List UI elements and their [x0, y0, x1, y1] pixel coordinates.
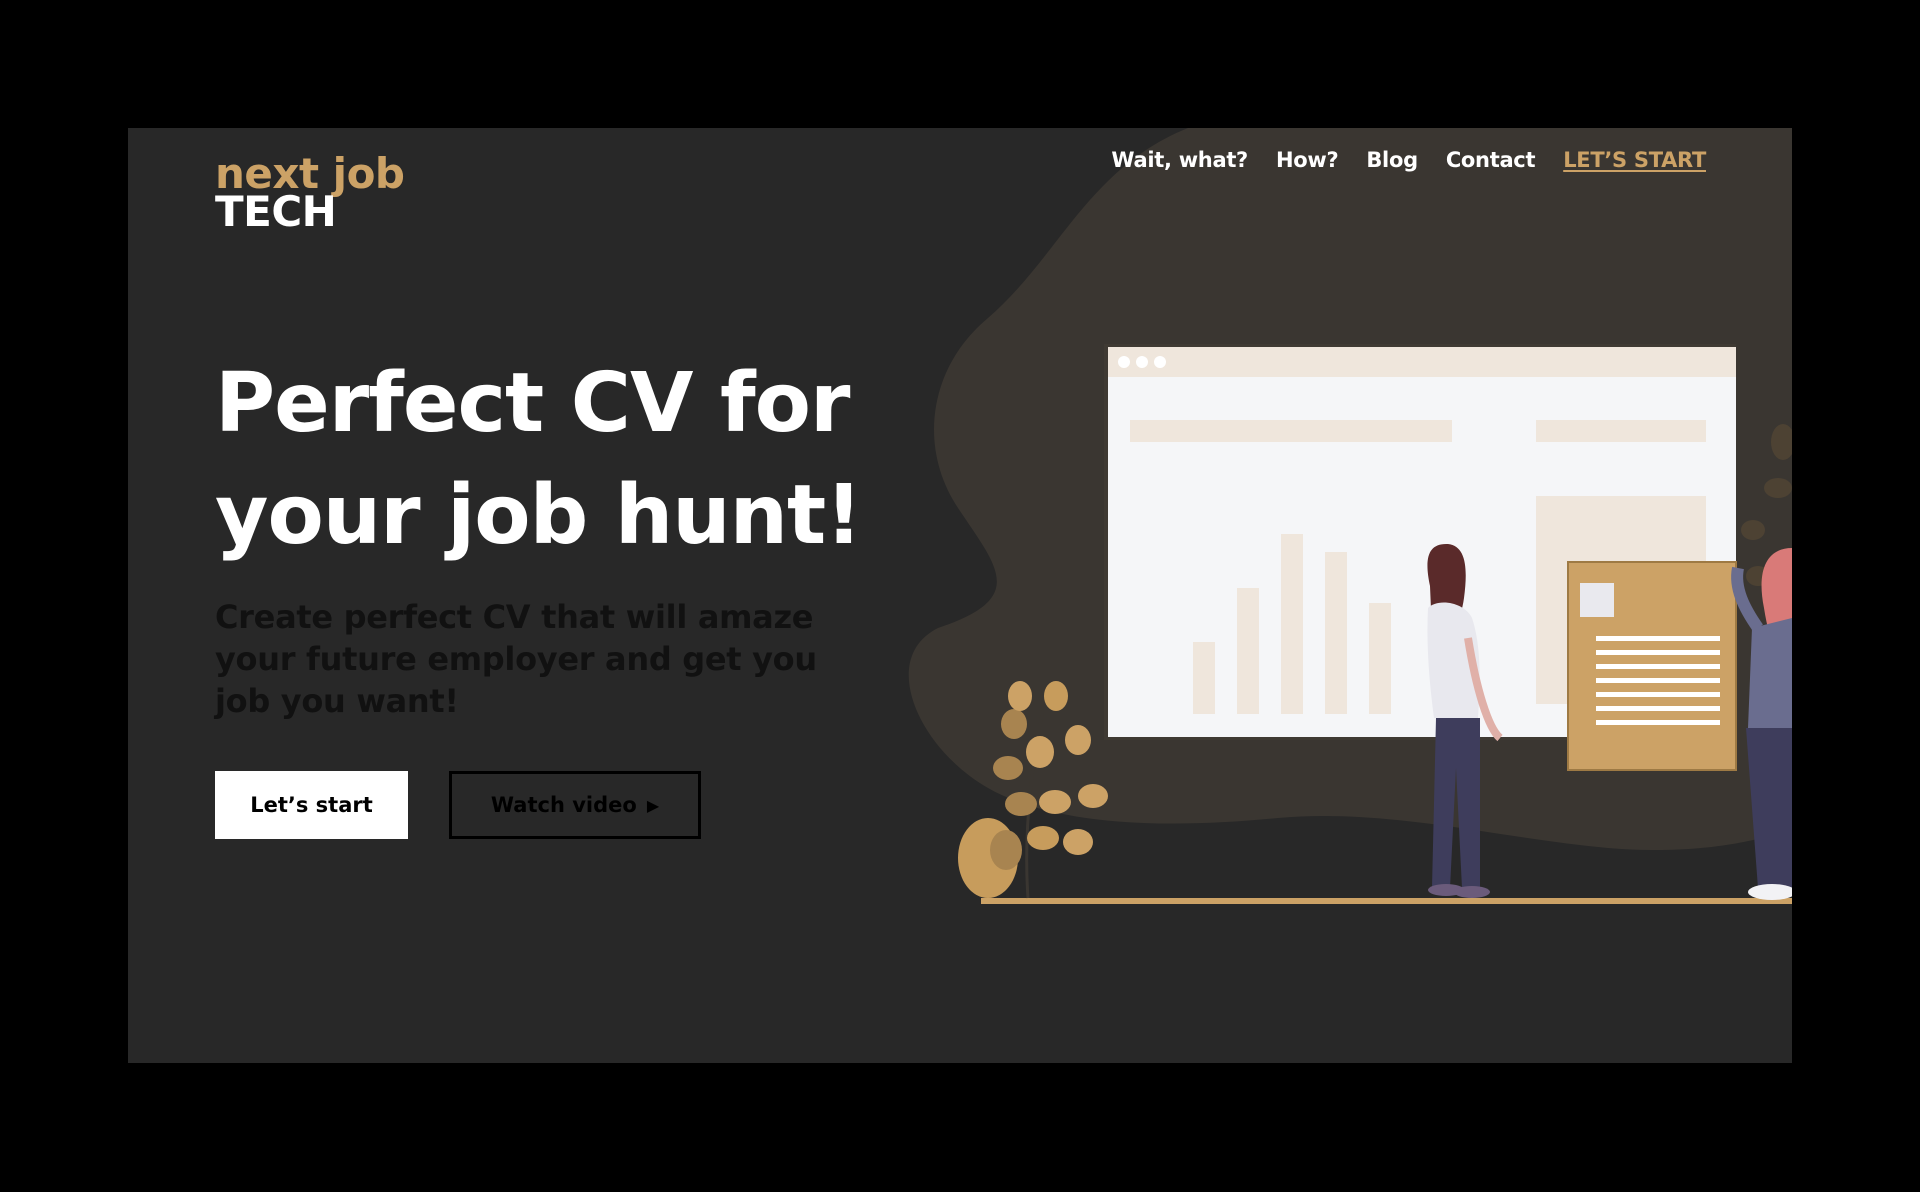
plant-illustration: [958, 681, 1108, 899]
hero-illustration: [958, 344, 1792, 904]
document-card-illustration: [1567, 561, 1737, 771]
woman-figure-2-illustration: [1731, 548, 1792, 900]
floor-line: [981, 898, 1792, 904]
landing-page: next job TECH Wait, what? How? Blog Cont…: [128, 128, 1792, 1063]
